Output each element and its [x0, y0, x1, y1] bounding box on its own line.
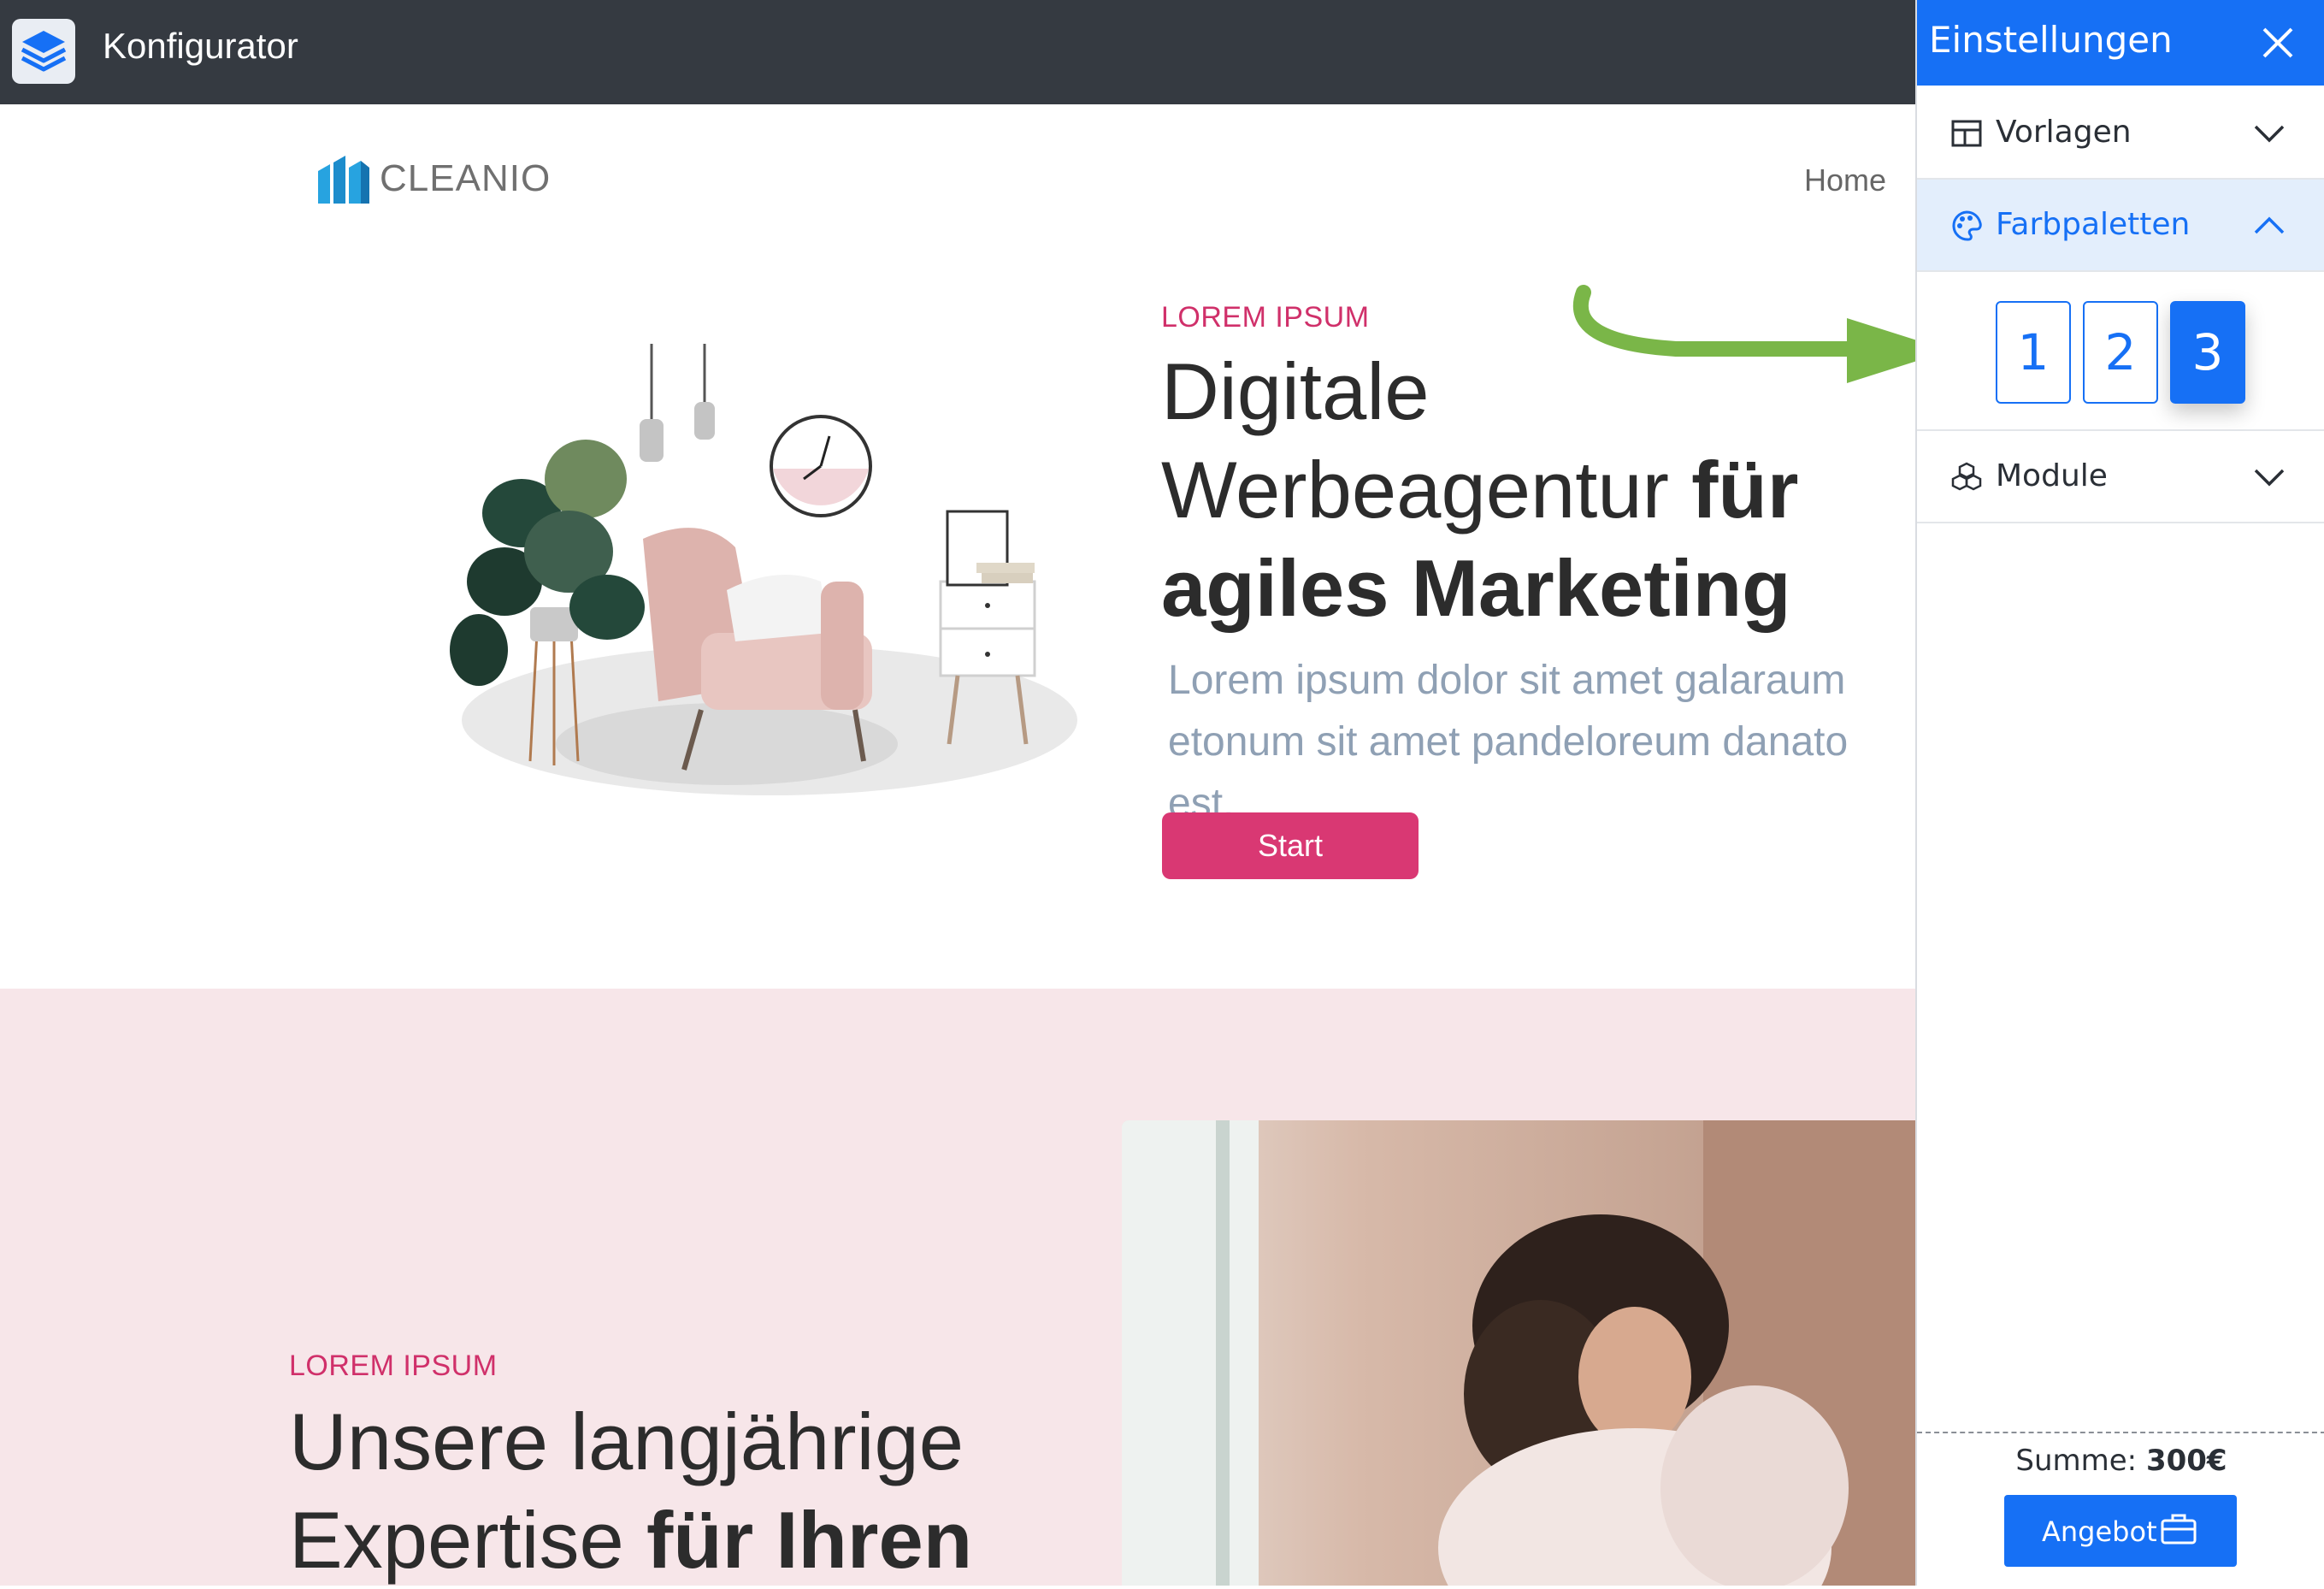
accordion-vorlagen-label: Vorlagen [1996, 115, 2132, 150]
hero-title-line3: agiles Marketing [1161, 543, 1791, 633]
offer-button-label: Angebot [2042, 1515, 2157, 1548]
living-room-illustration [445, 325, 1094, 821]
sum-label: Summe: [2015, 1444, 2138, 1478]
palette-2-button[interactable]: 2 [2083, 301, 2158, 404]
palette-options: 1 2 3 [1917, 272, 2324, 431]
palette-3-button[interactable]: 3 [2170, 301, 2245, 404]
accordion-module[interactable]: Module [1917, 431, 2324, 523]
chevron-down-icon [2252, 462, 2286, 493]
palette-1-button[interactable]: 1 [1996, 301, 2071, 404]
sum-display: Summe: 300€ [1917, 1444, 2324, 1478]
settings-panel-title: Einstellungen [1929, 19, 2173, 61]
offer-button[interactable]: Angebot [2004, 1495, 2237, 1567]
chevron-down-icon [2252, 118, 2286, 149]
start-button[interactable]: Start [1162, 812, 1419, 879]
woman-photo [1122, 1120, 1915, 1586]
site-brand[interactable]: CLEANIO [380, 157, 551, 200]
cleanio-logo-icon[interactable] [316, 152, 371, 207]
accordion-farbpaletten-label: Farbpaletten [1996, 207, 2191, 242]
footer-divider [1917, 1432, 2324, 1433]
sum-value: 300€ [2145, 1444, 2227, 1478]
close-icon[interactable] [2252, 17, 2303, 68]
app-title: Konfigurator [103, 26, 298, 66]
section2-title-line1: Unsere langjährige [289, 1397, 964, 1486]
layout-icon [1949, 116, 1984, 151]
section2-title-line2: Expertise [289, 1495, 646, 1585]
hero-title-line2: Werbeagentur [1161, 445, 1692, 535]
hero-title-line2-bold: für [1691, 445, 1799, 535]
annotation-arrow-icon [1572, 285, 1949, 383]
accordion-module-label: Module [1996, 458, 2108, 493]
hero-title-line1: Digitale [1161, 346, 1430, 436]
accordion-vorlagen[interactable]: Vorlagen [1917, 87, 2324, 180]
section2-title-line2-bold: für Ihren [646, 1495, 973, 1585]
settings-panel: Einstellungen Vorlagen Farbpaletten 1 2 … [1915, 0, 2324, 1586]
accordion-farbpaletten[interactable]: Farbpaletten [1917, 180, 2324, 272]
section2-title: Unsere langjährige Expertise für Ihren [289, 1392, 1059, 1589]
palette-icon [1949, 209, 1984, 243]
settings-panel-header: Einstellungen [1917, 0, 2324, 86]
chevron-up-icon [2252, 210, 2286, 241]
hero-eyebrow: LOREM IPSUM [1161, 301, 1370, 334]
hero-text: Lorem ipsum dolor sit amet galaraum eton… [1168, 658, 1849, 826]
nav-home-link[interactable]: Home [1804, 162, 1886, 198]
app-bar: Konfigurator [0, 0, 1915, 104]
briefcase-icon [2161, 1514, 2197, 1545]
layers-icon[interactable] [12, 19, 75, 84]
modules-icon [1949, 460, 1984, 494]
section2-eyebrow: LOREM IPSUM [289, 1350, 498, 1382]
